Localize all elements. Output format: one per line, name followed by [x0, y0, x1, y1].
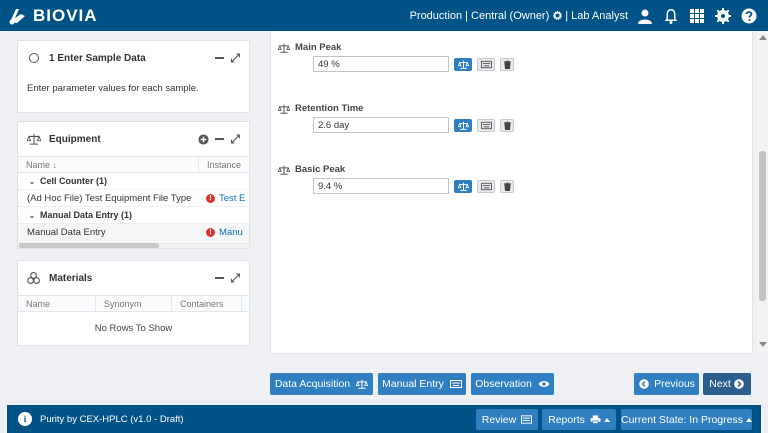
- horizontal-scrollbar[interactable]: [18, 242, 249, 248]
- keyboard-button[interactable]: [477, 57, 495, 71]
- field-label: Retention Time: [295, 103, 364, 114]
- retention-time-input[interactable]: [313, 117, 449, 133]
- keyboard-button[interactable]: [477, 118, 495, 132]
- group-row[interactable]: ⌄ Cell Counter (1): [18, 173, 249, 190]
- balance-button[interactable]: [454, 179, 472, 193]
- expand-icon[interactable]: ⤢: [230, 132, 240, 147]
- context-label[interactable]: Production: [410, 10, 463, 22]
- bell-icon[interactable]: [662, 7, 680, 25]
- info-icon[interactable]: i: [18, 412, 32, 426]
- expand-icon[interactable]: ⤢: [230, 51, 240, 66]
- printer-icon: [590, 415, 601, 424]
- owner-label[interactable]: Central (Owner): [471, 10, 549, 22]
- 3ds-logo-icon: [7, 6, 29, 26]
- settings-gear-icon[interactable]: [714, 7, 732, 25]
- review-button[interactable]: Review: [476, 409, 538, 430]
- balance-scale-icon: [278, 43, 290, 53]
- current-state-button[interactable]: Current State: In Progress: [621, 409, 752, 430]
- role-label[interactable]: Lab Analyst: [571, 10, 628, 22]
- parameter-panel: Main Peak Retention Time Basic Peak: [270, 31, 753, 354]
- balance-scale-icon: [278, 165, 290, 175]
- brand: BIOVIA: [7, 6, 98, 26]
- balance-scale-icon: [278, 104, 290, 114]
- brand-name: BIOVIA: [33, 5, 98, 25]
- apps-grid-icon[interactable]: [688, 7, 706, 25]
- instance-link[interactable]: Test E: [219, 193, 245, 204]
- equipment-panel: Equipment ⤢ Name ↓ Instance ⌄ Cell Count…: [17, 121, 250, 249]
- sample-panel-description: Enter parameter values for each sample.: [27, 83, 199, 94]
- materials-title: Materials: [49, 272, 93, 284]
- column-synonym[interactable]: Synonym: [96, 296, 172, 311]
- chevron-down-icon[interactable]: ⌄: [24, 177, 40, 186]
- arrow-right-circle-icon: [733, 379, 745, 389]
- reports-button[interactable]: Reports: [542, 409, 616, 430]
- field-label: Basic Peak: [295, 164, 346, 175]
- sample-panel-title: 1 Enter Sample Data: [49, 52, 146, 64]
- column-name[interactable]: Name ↓: [18, 157, 199, 172]
- scroll-thumb[interactable]: [759, 151, 766, 301]
- table-row[interactable]: (Ad Hoc File) Test Equipment File Type !…: [18, 190, 249, 207]
- column-name[interactable]: Name: [18, 296, 96, 311]
- manual-entry-button[interactable]: Manual Entry: [378, 373, 466, 395]
- scroll-down-icon[interactable]: [759, 342, 767, 347]
- expand-icon[interactable]: ⤢: [230, 271, 240, 286]
- eye-icon: [538, 379, 550, 389]
- owner-gear-icon[interactable]: [552, 7, 562, 25]
- balance-scale-icon: [356, 379, 369, 389]
- field-basic-peak: Basic Peak: [278, 164, 514, 194]
- balance-scale-icon: [27, 132, 41, 146]
- balance-button[interactable]: [454, 57, 472, 71]
- add-equipment-icon[interactable]: [198, 133, 209, 145]
- step-circle-icon: [27, 51, 41, 65]
- materials-icon: [27, 271, 41, 285]
- balance-button[interactable]: [454, 118, 472, 132]
- vertical-scrollbar[interactable]: [757, 31, 768, 351]
- table-row[interactable]: Manual Data Entry ! Manu: [18, 224, 249, 241]
- data-acquisition-button[interactable]: Data Acquisition: [270, 373, 373, 395]
- group-row[interactable]: ⌄ Manual Data Entry (1): [18, 207, 249, 224]
- observation-button[interactable]: Observation: [471, 373, 554, 395]
- error-icon: !: [206, 193, 215, 203]
- field-retention-time: Retention Time: [278, 103, 514, 133]
- materials-panel: Materials ⤢ Name Synonym Containers No R…: [17, 260, 250, 346]
- scroll-up-icon[interactable]: [759, 35, 767, 40]
- column-containers[interactable]: Containers: [172, 296, 242, 311]
- field-label: Main Peak: [295, 42, 342, 53]
- equipment-title: Equipment: [49, 133, 101, 145]
- column-instance[interactable]: Instance: [199, 157, 249, 172]
- footer-title: Purity by CEX-HPLC (v1.0 - Draft): [40, 413, 184, 425]
- user-icon[interactable]: [636, 7, 654, 25]
- empty-message: No Rows To Show: [94, 323, 173, 334]
- materials-grid-header: Name Synonym Containers: [18, 295, 249, 312]
- footer-bar: i Purity by CEX-HPLC (v1.0 - Draft) Revi…: [7, 405, 761, 433]
- field-main-peak: Main Peak: [278, 42, 514, 72]
- top-bar: BIOVIA Production | Central (Owner) | La…: [0, 0, 768, 31]
- caret-up-icon: [745, 417, 752, 422]
- sample-data-panel: 1 Enter Sample Data ⤢ Enter parameter va…: [17, 40, 250, 113]
- arrow-left-circle-icon: [638, 379, 650, 389]
- error-icon: !: [206, 227, 215, 237]
- trash-button[interactable]: [500, 179, 514, 193]
- keyboard-button[interactable]: [477, 179, 495, 193]
- trash-button[interactable]: [500, 118, 514, 132]
- basic-peak-input[interactable]: [313, 178, 449, 194]
- previous-button[interactable]: Previous: [634, 373, 699, 395]
- main-peak-input[interactable]: [313, 56, 449, 72]
- review-list-icon: [521, 415, 533, 424]
- caret-up-icon: [603, 417, 610, 422]
- instance-link[interactable]: Manu: [219, 227, 243, 238]
- help-icon[interactable]: [740, 7, 758, 25]
- collapse-icon[interactable]: [215, 57, 225, 59]
- next-button[interactable]: Next: [703, 373, 751, 395]
- collapse-icon[interactable]: [215, 277, 225, 279]
- equipment-grid-header: Name ↓ Instance: [18, 156, 249, 173]
- collapse-icon[interactable]: [215, 138, 225, 140]
- chevron-down-icon[interactable]: ⌄: [24, 211, 40, 220]
- keyboard-icon: [449, 379, 462, 389]
- trash-button[interactable]: [500, 57, 514, 71]
